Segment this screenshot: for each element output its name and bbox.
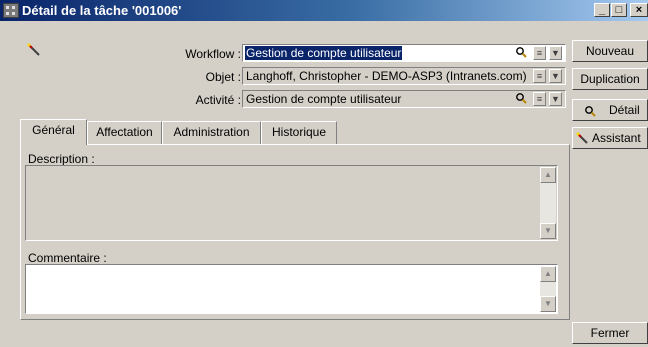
objet-label: Objet : xyxy=(205,70,241,84)
activite-field[interactable]: Gestion de compte utilisateur ≡ ▼ xyxy=(242,90,566,108)
commentaire-textarea[interactable]: ▲ ▼ xyxy=(25,264,558,314)
activite-label: Activité : xyxy=(195,93,241,107)
magnifier-icon[interactable] xyxy=(515,92,528,106)
description-label: Description : xyxy=(28,152,95,166)
title-bar[interactable]: Détail de la tâche '001006' _ □ × xyxy=(0,0,648,21)
detail-button[interactable]: Détail xyxy=(572,99,648,121)
tab-administration[interactable]: Administration xyxy=(162,121,261,144)
app-icon[interactable] xyxy=(3,3,19,18)
chevron-down-icon[interactable]: ▼ xyxy=(549,92,562,106)
description-scrollbar[interactable]: ▲ ▼ xyxy=(540,167,556,239)
detail-button-label: Détail xyxy=(609,103,640,117)
assistant-button[interactable]: Assistant xyxy=(572,127,648,149)
duplication-button[interactable]: Duplication xyxy=(572,68,648,90)
list-icon[interactable]: ≡ xyxy=(533,46,546,60)
workflow-label: Workflow : xyxy=(185,47,241,61)
fermer-button[interactable]: Fermer xyxy=(572,322,648,344)
commentaire-scrollbar[interactable]: ▲ ▼ xyxy=(540,266,556,312)
magnifier-icon[interactable] xyxy=(515,46,528,60)
commentaire-label: Commentaire : xyxy=(28,251,107,265)
tab-historique[interactable]: Historique xyxy=(261,121,337,144)
tab-general[interactable]: Général xyxy=(20,119,87,145)
close-button[interactable]: × xyxy=(630,3,648,17)
scroll-up-icon[interactable]: ▲ xyxy=(540,266,556,282)
minimize-button[interactable]: _ xyxy=(594,3,610,17)
maximize-button[interactable]: □ xyxy=(611,3,627,17)
window-title: Détail de la tâche '001006' xyxy=(22,3,182,18)
assistant-button-label: Assistant xyxy=(592,131,641,145)
activite-value: Gestion de compte utilisateur xyxy=(246,92,402,106)
chevron-down-icon[interactable]: ▼ xyxy=(549,69,562,83)
scroll-down-icon[interactable]: ▼ xyxy=(540,223,556,239)
tab-affectation[interactable]: Affectation xyxy=(87,121,162,144)
nouveau-button[interactable]: Nouveau xyxy=(572,40,648,62)
description-textarea[interactable]: ▲ ▼ xyxy=(25,165,558,241)
workflow-field[interactable]: Gestion de compte utilisateur ≡ ▼ xyxy=(242,44,566,62)
objet-value: Langhoff, Christopher - DEMO-ASP3 (Intra… xyxy=(246,69,527,83)
wand-icon xyxy=(27,43,40,56)
scroll-down-icon[interactable]: ▼ xyxy=(540,296,556,312)
magnifier-icon xyxy=(585,106,596,117)
list-icon[interactable]: ≡ xyxy=(533,69,546,83)
wand-icon xyxy=(576,132,588,144)
list-icon[interactable]: ≡ xyxy=(533,92,546,106)
workflow-value: Gestion de compte utilisateur xyxy=(245,46,403,60)
chevron-down-icon[interactable]: ▼ xyxy=(549,46,562,60)
objet-field[interactable]: Langhoff, Christopher - DEMO-ASP3 (Intra… xyxy=(242,67,566,85)
scroll-up-icon[interactable]: ▲ xyxy=(540,167,556,183)
task-detail-window: Détail de la tâche '001006' _ □ × Workfl… xyxy=(0,0,648,347)
